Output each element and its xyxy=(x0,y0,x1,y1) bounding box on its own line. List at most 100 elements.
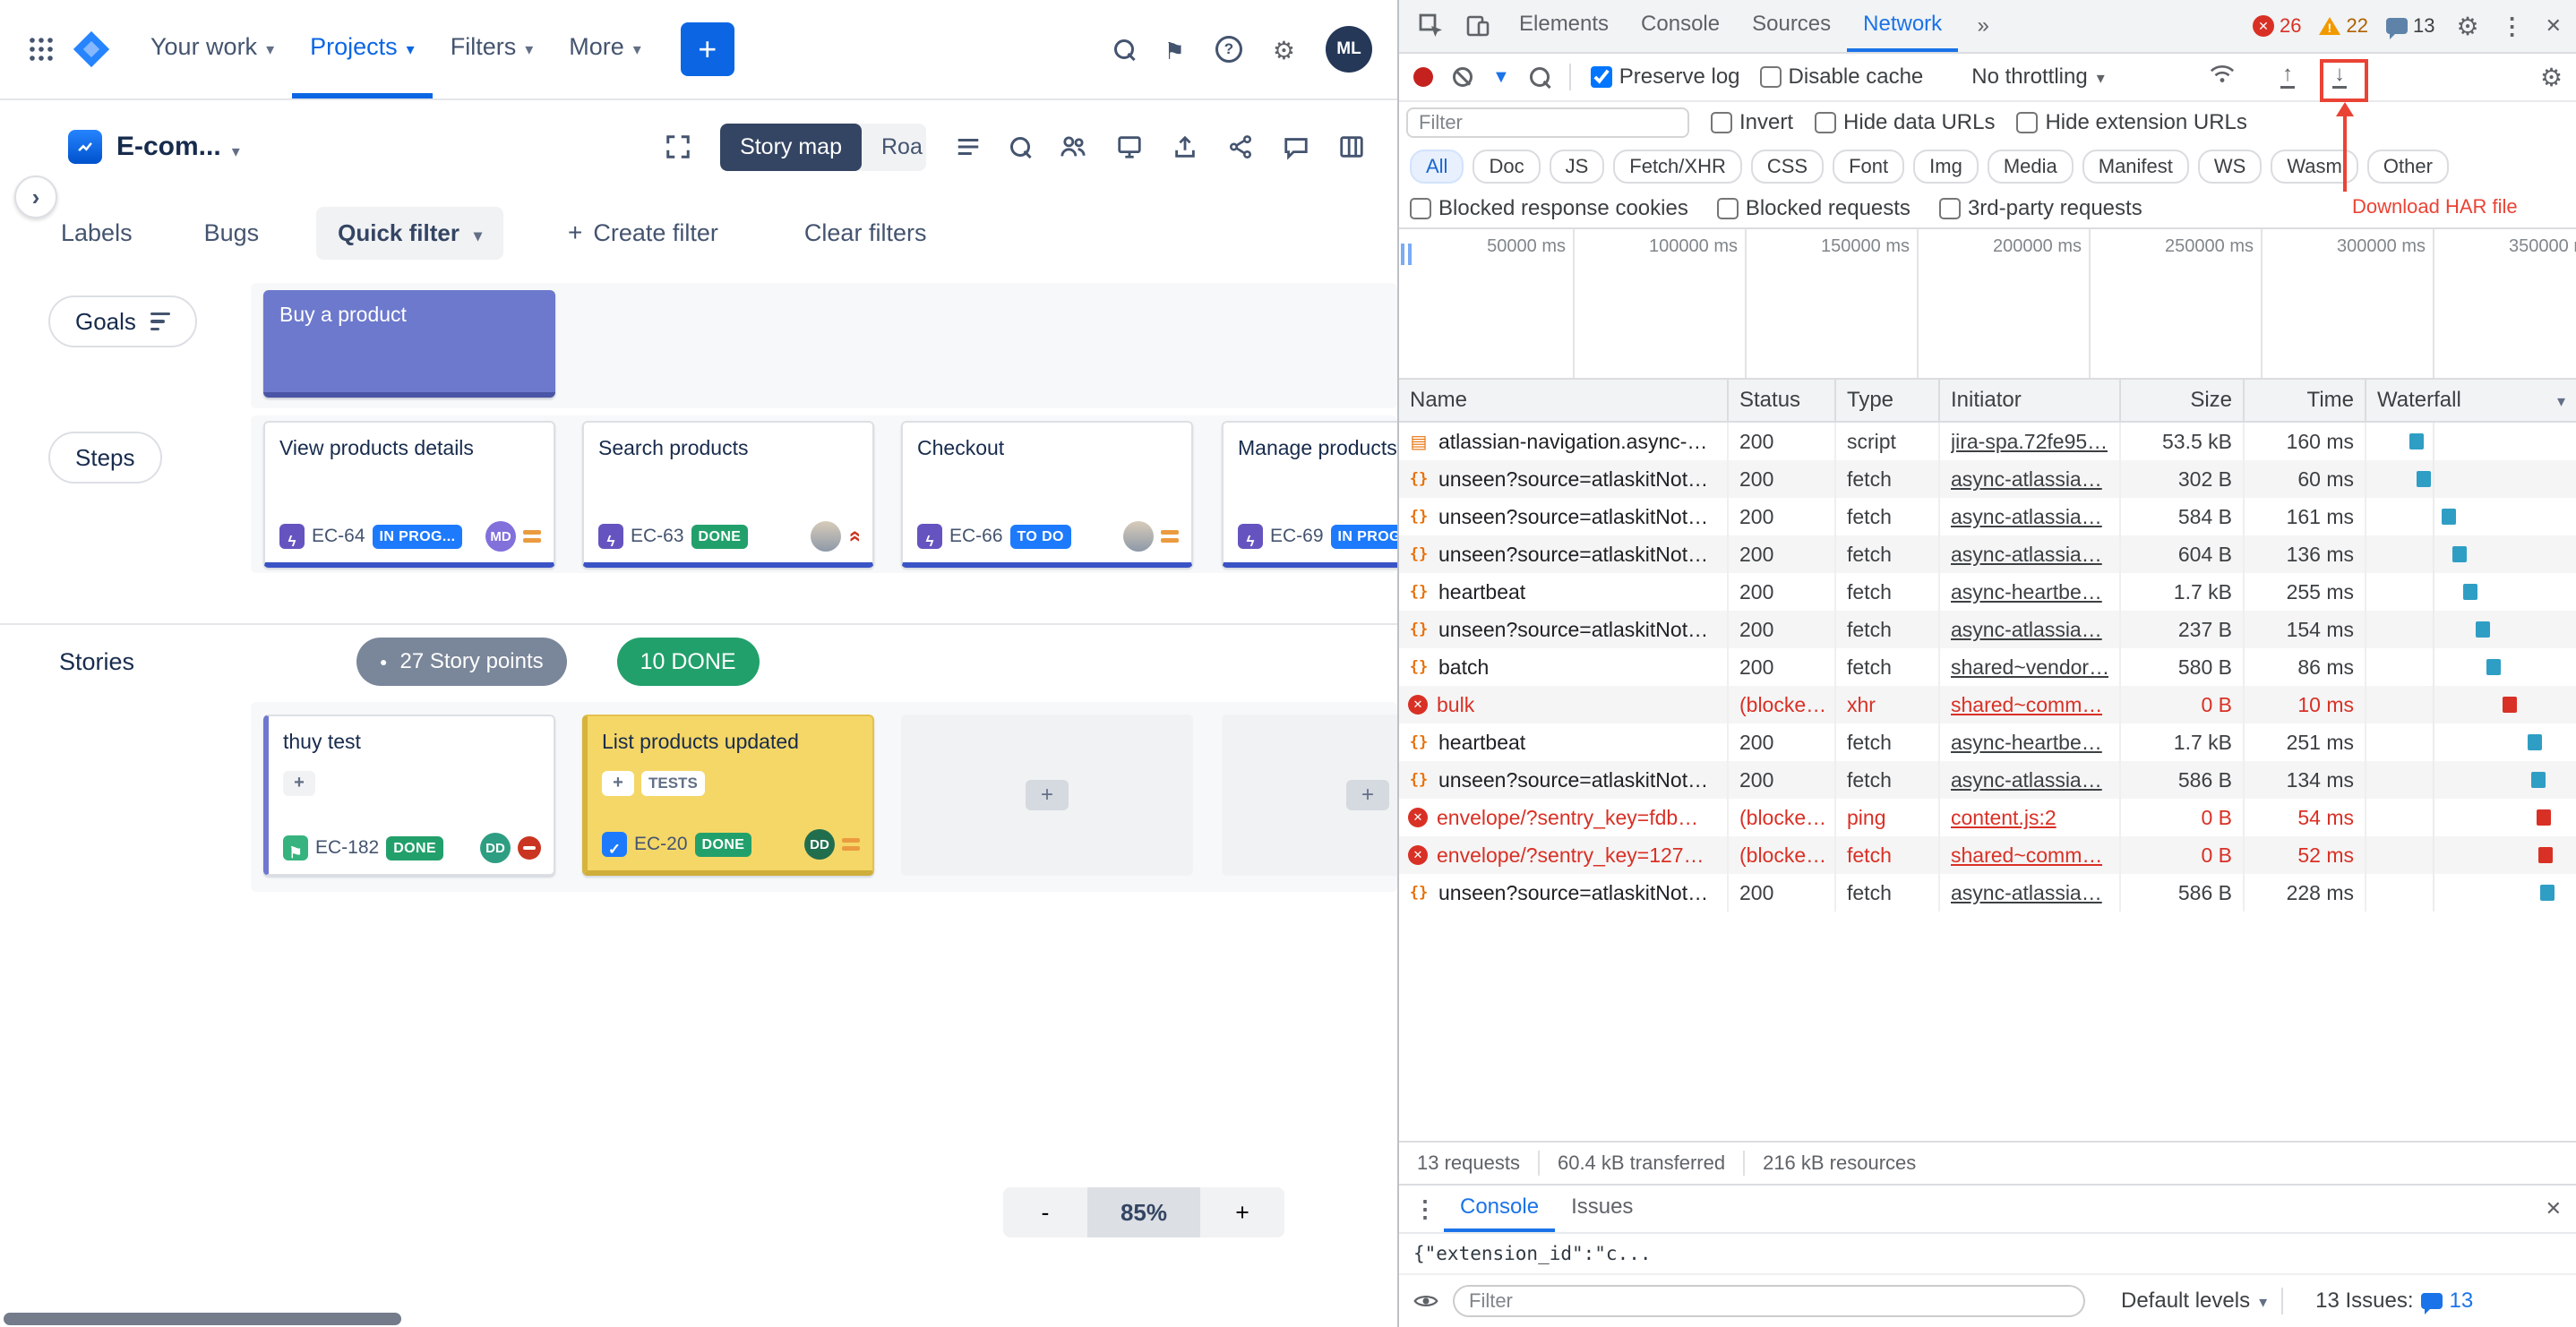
bugs-filter[interactable]: Bugs xyxy=(204,219,260,247)
type-chip-other[interactable]: Other xyxy=(2367,150,2449,184)
timeline-overview[interactable]: 50000 ms100000 ms150000 ms200000 ms25000… xyxy=(1399,229,2576,380)
assignee-avatar[interactable] xyxy=(811,521,841,552)
invert-input[interactable] xyxy=(1711,112,1732,133)
view-roa[interactable]: Roa xyxy=(862,124,926,171)
people-icon[interactable] xyxy=(1059,133,1087,160)
help-icon[interactable] xyxy=(1215,36,1242,63)
hide-data-urls-checkbox[interactable]: Hide data URLs xyxy=(1815,110,1995,135)
issue-card[interactable]: CheckoutEC-66TO DO xyxy=(901,421,1193,568)
devtools-menu-icon[interactable] xyxy=(2501,13,2524,40)
app-switcher-icon[interactable] xyxy=(18,26,64,73)
add-label-icon[interactable] xyxy=(283,771,315,796)
drawer-tab-console[interactable]: Console xyxy=(1444,1186,1555,1232)
type-chip-manifest[interactable]: Manifest xyxy=(2082,150,2189,184)
flag-icon[interactable] xyxy=(1164,33,1185,66)
column-header-initiator[interactable]: Initiator xyxy=(1940,380,2121,421)
rows-icon[interactable] xyxy=(955,133,982,160)
settings-gear-icon[interactable] xyxy=(1273,33,1295,66)
quick-filter-button[interactable]: Quick filter xyxy=(316,207,503,260)
comment-icon[interactable] xyxy=(1283,133,1309,160)
nav-item-projects[interactable]: Projects xyxy=(292,0,433,98)
console-log-line[interactable]: {"extension_id":"c... xyxy=(1399,1234,2576,1275)
clear-icon[interactable] xyxy=(1453,67,1473,87)
initiator-link[interactable]: async-atlassia… xyxy=(1951,768,2102,792)
errors-badge[interactable]: 26 xyxy=(2253,14,2301,38)
column-header-size[interactable]: Size xyxy=(2121,380,2245,421)
brush-handle[interactable] xyxy=(1408,244,1412,265)
hide-extension-urls-checkbox[interactable]: Hide extension URLs xyxy=(2016,110,2246,135)
initiator-link[interactable]: shared~comm… xyxy=(1951,693,2102,717)
warnings-badge[interactable]: 22 xyxy=(2319,14,2367,38)
nav-item-filters[interactable]: Filters xyxy=(433,0,552,98)
zoom-in-button[interactable]: + xyxy=(1200,1187,1284,1237)
project-name[interactable]: E-com... xyxy=(116,132,221,162)
board-search-icon[interactable] xyxy=(1010,137,1030,157)
network-request-row[interactable]: atlassian-navigation.async-…200scriptjir… xyxy=(1399,423,2576,460)
blocked-response-cookies-checkbox[interactable]: Blocked response cookies xyxy=(1410,196,1688,221)
type-chip-all[interactable]: All xyxy=(1410,150,1464,184)
initiator-link[interactable]: shared~vendor… xyxy=(1951,655,2108,680)
network-request-row[interactable]: unseen?source=atlaskitNot…200fetchasync-… xyxy=(1399,761,2576,799)
clear-filters-button[interactable]: Clear filters xyxy=(804,219,927,247)
add-card-button[interactable]: + xyxy=(1346,780,1389,810)
record-icon[interactable] xyxy=(1413,67,1433,87)
expand-sidebar-button[interactable] xyxy=(14,176,57,218)
type-chip-fetch-xhr[interactable]: Fetch/XHR xyxy=(1613,150,1742,184)
chevron-down-icon[interactable] xyxy=(232,131,240,164)
more-tabs-icon[interactable] xyxy=(1962,4,2005,47)
console-filter-input[interactable] xyxy=(1453,1285,2085,1317)
network-request-row[interactable]: unseen?source=atlaskitNot…200fetchasync-… xyxy=(1399,874,2576,912)
horizontal-scrollbar[interactable] xyxy=(4,1313,401,1325)
issues-counter[interactable]: 13 Issues: 13 xyxy=(2315,1288,2473,1314)
initiator-link[interactable]: async-atlassia… xyxy=(1951,881,2102,905)
initiator-link[interactable]: async-atlassia… xyxy=(1951,505,2102,529)
view-story-map[interactable]: Story map xyxy=(720,124,862,171)
devtools-close-icon[interactable] xyxy=(2546,13,2562,39)
type-chip-img[interactable]: Img xyxy=(1913,150,1979,184)
column-header-waterfall[interactable]: Waterfall xyxy=(2366,380,2576,421)
search-icon[interactable] xyxy=(1114,39,1134,59)
device-toolbar-icon[interactable] xyxy=(1456,4,1499,47)
eye-icon[interactable] xyxy=(1413,1292,1438,1310)
network-search-icon[interactable] xyxy=(1530,67,1550,87)
monitor-icon[interactable] xyxy=(1116,133,1143,160)
log-levels-select[interactable]: Default levels xyxy=(2121,1288,2267,1314)
assignee-avatar[interactable]: DD xyxy=(480,833,511,863)
network-conditions-icon[interactable] xyxy=(2209,63,2236,84)
preserve-log-checkbox[interactable]: Preserve log xyxy=(1591,64,1740,90)
share-icon[interactable] xyxy=(1227,133,1254,160)
type-chip-media[interactable]: Media xyxy=(1988,150,2074,184)
goal-card[interactable]: Buy a product xyxy=(263,290,555,398)
add-card-button[interactable]: + xyxy=(1026,780,1069,810)
blocked-response-cookies-input[interactable] xyxy=(1410,198,1431,219)
add-label-icon[interactable] xyxy=(602,771,634,796)
initiator-link[interactable]: shared~comm… xyxy=(1951,843,2102,868)
assignee-avatar[interactable]: DD xyxy=(804,829,835,860)
network-request-row[interactable]: bulk(bloc­ke…xhrshared~comm…0 B10 ms xyxy=(1399,686,2576,723)
assignee-avatar[interactable]: MD xyxy=(485,521,516,552)
tab-network[interactable]: Network xyxy=(1847,0,1958,52)
initiator-link[interactable]: async-atlassia… xyxy=(1951,618,2102,642)
3rd-party-requests-checkbox[interactable]: 3rd-party requests xyxy=(1939,196,2142,221)
drawer-tab-issues[interactable]: Issues xyxy=(1555,1186,1649,1232)
nav-item-your-work[interactable]: Your work xyxy=(133,0,292,98)
type-chip-css[interactable]: CSS xyxy=(1751,150,1824,184)
issue-card[interactable]: View products detailsEC-64IN PROG...MD xyxy=(263,421,555,568)
export-icon[interactable] xyxy=(1172,133,1198,160)
avatar[interactable]: ML xyxy=(1326,26,1372,73)
network-request-row[interactable]: envelope/?sentry_key=127…(blocke…fetchsh… xyxy=(1399,836,2576,874)
inspect-element-icon[interactable] xyxy=(1410,4,1453,47)
type-chip-ws[interactable]: WS xyxy=(2198,150,2262,184)
tab-elements[interactable]: Elements xyxy=(1503,0,1625,52)
fullscreen-icon[interactable] xyxy=(665,133,691,160)
zoom-out-button[interactable]: - xyxy=(1003,1187,1087,1237)
preserve-log-input[interactable] xyxy=(1591,66,1612,88)
create-issue-button[interactable] xyxy=(681,22,734,76)
drawer-close-icon[interactable] xyxy=(2546,1196,2562,1221)
filter-funnel-icon[interactable] xyxy=(1492,67,1510,88)
drawer-menu-icon[interactable] xyxy=(1413,1195,1437,1223)
network-request-row[interactable]: batch200fetchshared~vendor…580 B86 ms xyxy=(1399,648,2576,686)
initiator-link[interactable]: async-atlassia… xyxy=(1951,543,2102,567)
network-request-row[interactable]: unseen?source=atlaskitNot…200fetchasync-… xyxy=(1399,498,2576,535)
goals-row-header[interactable]: Goals xyxy=(48,295,197,347)
